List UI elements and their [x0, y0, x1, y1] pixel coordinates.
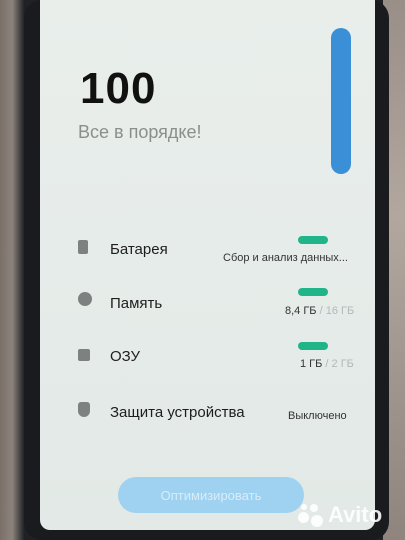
- health-score: 100: [80, 64, 157, 113]
- protection-value: Выключено: [288, 410, 347, 422]
- memory-total: / 16 ГБ: [316, 305, 355, 317]
- avito-watermark: Avito: [298, 500, 382, 530]
- scroll-indicator[interactable]: [331, 28, 351, 174]
- memory-used: 8,4 ГБ: [285, 305, 317, 317]
- shield-icon: [78, 402, 90, 417]
- avito-logo-icon: [298, 502, 324, 528]
- memory-value: 8,4 ГБ / 16 ГБ: [285, 305, 354, 317]
- ram-chip-icon: [78, 349, 90, 361]
- optimize-button[interactable]: Оптимизировать: [118, 477, 304, 513]
- battery-icon: [78, 240, 88, 254]
- ram-total: / 2 ГБ: [322, 358, 354, 370]
- row-label-protection[interactable]: Защита устройства: [110, 404, 245, 421]
- battery-value: Сбор и анализ данных...: [223, 252, 348, 264]
- memory-usage-bar: [298, 288, 328, 296]
- row-label-ram[interactable]: ОЗУ: [110, 348, 140, 365]
- phone-screen: 100 Все в порядке! Батарея Сбор и анализ…: [40, 0, 375, 530]
- battery-status-bar: [298, 236, 328, 244]
- ram-usage-bar: [298, 342, 328, 350]
- row-label-battery[interactable]: Батарея: [110, 241, 168, 258]
- storage-pie-icon: [78, 292, 92, 306]
- ram-used: 1 ГБ: [300, 358, 323, 370]
- avito-wordmark: Avito: [328, 502, 383, 527]
- ram-value: 1 ГБ / 2 ГБ: [300, 358, 354, 370]
- row-label-memory[interactable]: Память: [110, 295, 162, 312]
- status-text: Все в порядке!: [78, 122, 202, 142]
